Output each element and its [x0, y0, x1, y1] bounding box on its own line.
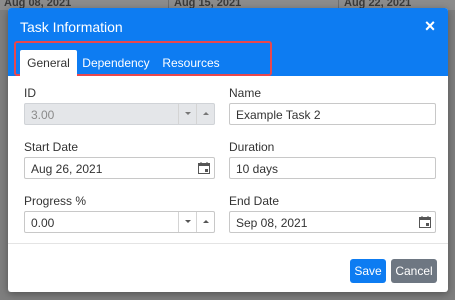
id-increment-button	[196, 104, 214, 124]
save-button[interactable]: Save	[350, 259, 386, 283]
close-icon[interactable]: ×	[420, 16, 440, 36]
start-date-label: Start Date	[24, 140, 79, 154]
tab-resources[interactable]: Resources	[158, 50, 224, 76]
name-field[interactable]: Example Task 2	[229, 103, 436, 125]
chevron-down-icon	[185, 220, 191, 223]
end-date-label: End Date	[229, 194, 280, 208]
progress-increment-button[interactable]	[196, 212, 214, 232]
chevron-down-icon	[185, 112, 191, 115]
name-label: Name	[229, 86, 262, 100]
background-overlay-bottom	[0, 292, 455, 300]
progress-value: 0.00	[31, 216, 55, 230]
chevron-up-icon	[203, 220, 209, 223]
name-value: Example Task 2	[236, 108, 321, 122]
progress-label: Progress %	[24, 194, 87, 208]
cancel-button[interactable]: Cancel	[391, 259, 437, 283]
chevron-up-icon	[203, 112, 209, 115]
start-date-field[interactable]: Aug 26, 2021	[24, 157, 215, 179]
end-date-field[interactable]: Sep 08, 2021	[229, 211, 436, 233]
tab-dependency[interactable]: Dependency	[80, 50, 152, 76]
duration-label: Duration	[229, 140, 275, 154]
calendar-icon[interactable]	[419, 216, 431, 228]
end-date-value: Sep 08, 2021	[236, 216, 308, 230]
calendar-icon[interactable]	[198, 162, 210, 174]
start-date-value: Aug 26, 2021	[31, 162, 103, 176]
progress-field[interactable]: 0.00	[24, 211, 215, 233]
duration-value: 10 days	[236, 162, 279, 176]
footer-divider	[8, 243, 448, 244]
duration-field[interactable]: 10 days	[229, 157, 436, 179]
background-overlay-left	[0, 10, 8, 300]
progress-decrement-button[interactable]	[178, 212, 196, 232]
tab-general[interactable]: General	[20, 50, 77, 76]
id-decrement-button	[178, 104, 196, 124]
id-value: 3.00	[31, 108, 55, 122]
dialog-title: Task Information	[20, 19, 123, 35]
dialog-header: Task Information × General Dependency Re…	[8, 8, 448, 76]
background-overlay-right	[447, 10, 455, 300]
id-field: 3.00	[24, 103, 215, 125]
id-label: ID	[24, 86, 36, 100]
task-information-dialog: Task Information × General Dependency Re…	[8, 8, 448, 292]
